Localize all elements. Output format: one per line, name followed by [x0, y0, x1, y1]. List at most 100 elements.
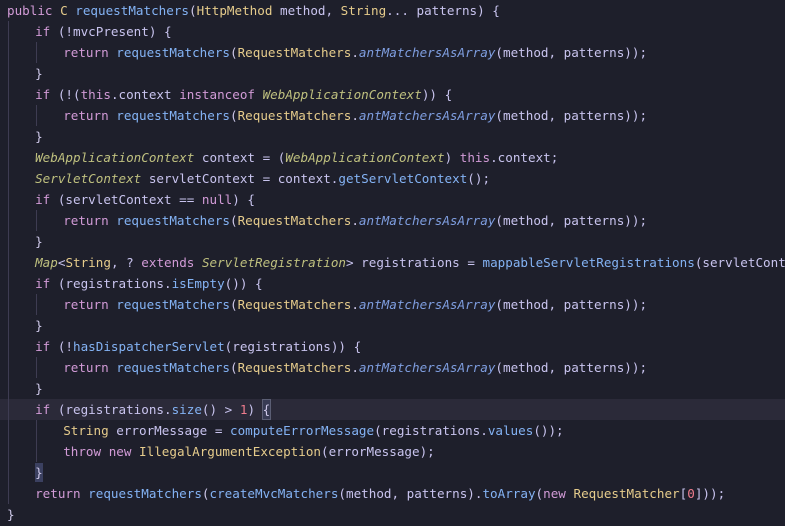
code-line[interactable]: }	[0, 63, 785, 84]
code-line[interactable]: if (!mvcPresent) {	[0, 21, 785, 42]
indent-guide	[8, 105, 9, 126]
code-token: (method, patterns));	[495, 45, 648, 60]
code-token: .	[351, 108, 359, 123]
code-line[interactable]: }	[0, 231, 785, 252]
code-line[interactable]: return requestMatchers(RequestMatchers.a…	[0, 42, 785, 63]
indent-guide	[8, 378, 9, 399]
matched-brace-open: {	[261, 399, 272, 420]
code-token: return	[35, 486, 89, 501]
code-token: RequestMatchers	[237, 213, 352, 228]
code-line[interactable]: String errorMessage = computeErrorMessag…	[0, 420, 785, 441]
code-token: RequestMatchers	[237, 45, 352, 60]
code-line[interactable]: ServletContext servletContext = context.…	[0, 168, 785, 189]
code-token: requestMatchers	[116, 360, 230, 375]
code-token: this	[459, 150, 491, 165]
code-line[interactable]: }	[0, 378, 785, 399]
code-line[interactable]: return requestMatchers(RequestMatchers.a…	[0, 357, 785, 378]
indent-guide	[36, 42, 38, 63]
code-token: (method, patterns));	[495, 108, 648, 123]
code-token: computeErrorMessage	[230, 423, 375, 438]
code-line[interactable]: }	[0, 126, 785, 147]
code-token: antMatchersAsArray	[358, 45, 496, 60]
code-token: if	[35, 87, 58, 102]
code-token: RequestMatcher	[573, 486, 680, 501]
code-token: }	[35, 234, 43, 249]
code-line[interactable]: WebApplicationContext context = (WebAppl…	[0, 147, 785, 168]
code-text: public C requestMatchers(HttpMethod meth…	[7, 0, 500, 21]
code-token: context = (	[194, 150, 286, 165]
code-text: }	[35, 63, 43, 84]
code-token: createMvcMatchers	[209, 486, 339, 501]
code-line[interactable]: }	[0, 462, 785, 483]
code-line[interactable]: if (registrations.size() > 1) {	[0, 399, 785, 420]
code-line[interactable]: public C requestMatchers(HttpMethod meth…	[0, 0, 785, 21]
code-token: antMatchersAsArray	[358, 297, 496, 312]
indent-guide	[8, 357, 9, 378]
code-text: if (!hasDispatcherServlet(registrations)…	[35, 336, 361, 357]
code-token: size	[171, 402, 202, 417]
code-token: requestMatchers	[116, 297, 230, 312]
code-text: }	[7, 504, 15, 525]
code-line[interactable]: if (!hasDispatcherServlet(registrations)…	[0, 336, 785, 357]
code-line[interactable]: if (!(this.context instanceof WebApplica…	[0, 84, 785, 105]
code-text: return requestMatchers(RequestMatchers.a…	[63, 294, 647, 315]
code-token: (registrations.	[57, 402, 172, 417]
code-text: if (registrations.isEmpty()) {	[35, 273, 262, 294]
code-token: }	[35, 129, 43, 144]
code-line[interactable]: Map<String, ? extends ServletRegistratio…	[0, 252, 785, 273]
code-token: instanceof	[179, 87, 263, 102]
indent-guide	[36, 105, 38, 126]
code-token: (method, patterns));	[495, 213, 648, 228]
code-token: return	[63, 108, 117, 123]
code-token: }	[7, 507, 15, 522]
indent-guide	[36, 210, 38, 231]
code-token: this	[80, 87, 111, 102]
code-text: if (!(this.context instanceof WebApplica…	[35, 84, 452, 105]
code-token: String	[340, 3, 387, 18]
indent-guide	[8, 441, 9, 462]
indent-guide	[8, 210, 9, 231]
code-token: public	[7, 3, 61, 18]
code-token: )) {	[421, 87, 453, 102]
code-text: throw new IllegalArgumentException(error…	[63, 441, 435, 462]
code-token: (	[188, 3, 197, 18]
code-text: return requestMatchers(RequestMatchers.a…	[63, 105, 647, 126]
code-line[interactable]: return requestMatchers(RequestMatchers.a…	[0, 294, 785, 315]
code-token: requestMatchers	[88, 486, 202, 501]
code-line[interactable]: if (servletContext == null) {	[0, 189, 785, 210]
indent-guide	[8, 63, 9, 84]
code-line[interactable]: throw new IllegalArgumentException(error…	[0, 441, 785, 462]
code-line[interactable]: }	[0, 315, 785, 336]
code-token: if	[35, 402, 58, 417]
code-token: )	[444, 150, 460, 165]
code-token: (method, patterns));	[495, 360, 648, 375]
code-token: RequestMatchers	[237, 297, 352, 312]
code-token: ServletContext	[35, 171, 142, 186]
code-token: }	[35, 318, 43, 333]
code-text: }	[35, 126, 43, 147]
code-token: requestMatchers	[116, 108, 230, 123]
code-token: (registrations)) {	[224, 339, 362, 354]
code-line[interactable]: return requestMatchers(RequestMatchers.a…	[0, 210, 785, 231]
code-editor[interactable]: public C requestMatchers(HttpMethod meth…	[0, 0, 785, 526]
code-text: return requestMatchers(RequestMatchers.a…	[63, 42, 647, 63]
code-token: (	[535, 486, 544, 501]
code-token: getServletContext	[338, 171, 468, 186]
code-token: (registrations.	[57, 276, 172, 291]
code-token: () >	[201, 402, 240, 417]
code-token: ()) {	[224, 276, 263, 291]
code-token: 0	[687, 486, 695, 501]
code-token: HttpMethod	[196, 3, 273, 18]
code-line[interactable]: return requestMatchers ( createMvcMatchers…	[0, 483, 785, 504]
code-token: return	[63, 360, 117, 375]
code-token: String	[63, 423, 109, 438]
code-line[interactable]: if (registrations.isEmpty()) {	[0, 273, 785, 294]
code-text: }	[35, 462, 43, 483]
code-token: }	[35, 66, 43, 81]
code-line[interactable]: return requestMatchers(RequestMatchers.a…	[0, 105, 785, 126]
indent-guide	[8, 462, 9, 483]
indent-guide	[36, 357, 38, 378]
code-token: requestMatchers	[116, 45, 230, 60]
code-token: > registrations =	[346, 255, 483, 270]
code-line[interactable]: }	[0, 504, 785, 525]
